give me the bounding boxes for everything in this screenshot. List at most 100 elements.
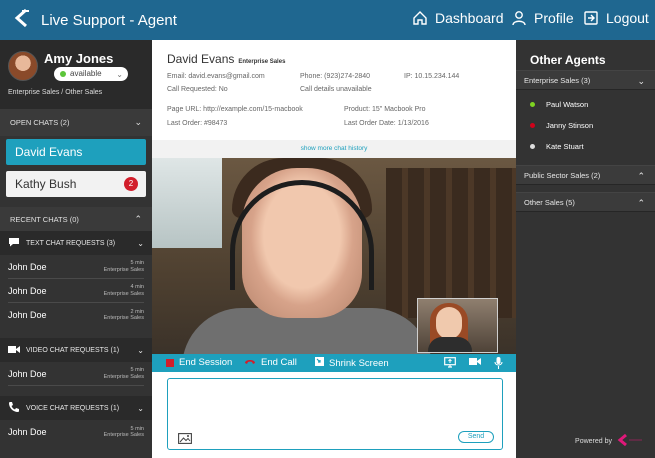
chevron-up-icon: ⌃ [637,171,645,181]
chat-panel: David Evans Enterprise Sales Email: david… [152,40,516,458]
open-chat-name: David Evans [15,145,83,159]
nav-profile[interactable]: Profile [511,10,574,26]
customer-team: Enterprise Sales [238,59,286,65]
page-url: Page URL: http://example.com/15-macbook [167,106,303,113]
agent-group-other[interactable]: Other Sales (5) ⌃ [516,192,655,212]
agent-group-label: Other Sales (5) [524,198,575,207]
end-session-button[interactable]: End Session [166,357,232,368]
chevron-up-icon: ⌃ [134,213,142,224]
chevron-down-icon: ⌄ [137,403,144,413]
request-time: 4 min [130,284,144,290]
requester-name: John Doe [8,261,47,272]
video-requests-title: VIDEO CHAT REQUESTS (1) [26,346,120,354]
agent-item[interactable]: Kate Stuart [530,142,584,151]
text-requests-header[interactable]: TEXT CHAT REQUESTS (3) ⌄ [0,231,152,255]
request-meta: 5 min Enterprise Sales [104,367,144,380]
request-team: Enterprise Sales [103,290,144,297]
unread-badge: 2 [124,177,138,191]
nav-logout-label: Logout [606,10,649,26]
message-input[interactable] [174,383,496,425]
list-item[interactable]: John Doe 4 min Enterprise Sales [8,279,144,303]
vendor-logo-icon [617,433,643,448]
status-dot-icon [530,102,535,107]
requester-name: John Doe [8,427,47,437]
top-bar: Live Support - Agent Dashboard Profile L… [0,0,655,40]
send-button[interactable]: Send [458,431,494,443]
message-composer: Send [167,378,503,450]
agent-item[interactable]: Paul Watson [530,100,588,109]
right-sidebar: Other Agents Enterprise Sales (3) ⌄ Paul… [516,40,655,458]
request-time: 5 min [130,367,144,373]
other-agents-title: Other Agents [530,53,606,67]
video-camera-icon [8,345,20,356]
image-attach-icon[interactable] [178,431,192,449]
agent-group-label: Public Sector Sales (2) [524,171,601,180]
left-sidebar: Amy Jones available ⌄ Enterprise Sales /… [0,40,152,458]
agent-group-public-sector[interactable]: Public Sector Sales (2) ⌃ [516,165,655,185]
open-chat-item[interactable]: Kathy Bush 2 [6,171,146,197]
open-chat-item[interactable]: David Evans [6,139,146,165]
logout-icon [583,10,599,26]
microphone-icon[interactable] [494,357,503,372]
end-call-label: End Call [261,357,297,368]
video-background-cabinet [386,168,516,318]
powered-by: Powered by [575,433,643,448]
request-meta: 5 min Enterprise Sales [104,426,144,439]
open-chat-name: Kathy Bush [15,177,77,191]
show-history-link[interactable]: show more chat history [152,140,516,158]
avatar[interactable] [8,51,38,81]
video-camera-icon[interactable] [469,357,481,369]
self-view-face [436,307,462,339]
shrink-icon [315,357,324,369]
list-item[interactable]: John Doe 5 min Enterprise Sales [8,362,144,386]
chevron-down-icon: ⌄ [116,70,123,79]
brand[interactable]: Live Support - Agent [12,8,177,33]
screen-share-icon[interactable] [444,357,456,371]
home-icon [412,10,428,26]
hangup-icon [244,357,256,368]
video-background-window [152,158,222,248]
requester-name: John Doe [8,368,47,379]
request-team: Enterprise Sales [103,266,144,273]
request-meta: 4 min Enterprise Sales [104,284,144,297]
status-dot-icon [530,123,535,128]
user-icon [511,10,527,26]
shrink-screen-button[interactable]: Shrink Screen [315,357,389,369]
recent-chats-header[interactable]: RECENT CHATS (0) ⌃ [0,207,152,231]
agent-name: Amy Jones [44,51,114,66]
list-item[interactable]: John Doe 5 min Enterprise Sales [8,255,144,279]
customer-name: David Evans [167,52,235,66]
app-title: Live Support - Agent [41,12,177,29]
customer-name-line: David Evans Enterprise Sales [167,52,285,66]
request-meta: 5 min Enterprise Sales [104,260,144,273]
status-dot-icon [60,71,66,77]
list-item[interactable]: John Doe 5 min Enterprise Sales [8,420,144,444]
nav-logout[interactable]: Logout [583,10,649,26]
agent-team: Enterprise Sales / Other Sales [8,89,103,96]
agent-item-name: Paul Watson [546,100,589,109]
nav-dashboard[interactable]: Dashboard [412,10,504,26]
agent-group-enterprise[interactable]: Enterprise Sales (3) ⌄ [516,70,655,90]
product: Product: 15" Macbook Pro [344,106,426,113]
open-chats-title: OPEN CHATS (2) [10,118,70,127]
voice-requests-header[interactable]: VOICE CHAT REQUESTS (1) ⌄ [0,396,152,420]
status-select[interactable]: available ⌄ [54,67,128,81]
request-team: Enterprise Sales [103,315,144,321]
end-call-button[interactable]: End Call [244,357,297,368]
app-logo-icon [12,8,32,33]
shrink-screen-label: Shrink Screen [329,357,389,369]
request-team: Enterprise Sales [103,432,144,438]
self-view-body [428,337,472,352]
chevron-down-icon: ⌄ [134,117,142,127]
text-requests-list: John Doe 5 min Enterprise Sales John Doe … [0,255,152,327]
video-requests-header[interactable]: VIDEO CHAT REQUESTS (1) ⌄ [0,338,152,362]
open-chats-header[interactable]: OPEN CHATS (2) ⌄ [0,109,152,136]
call-details: Call details unavailable [300,86,372,93]
self-view-video[interactable] [417,298,498,353]
agent-item[interactable]: Janny Stinson [530,121,593,130]
voice-requests-title: VOICE CHAT REQUESTS (1) [26,404,120,412]
list-item[interactable]: John Doe 2 min Enterprise Sales [8,303,144,327]
chevron-down-icon: ⌄ [137,345,144,355]
video-feed[interactable] [152,158,516,354]
chevron-down-icon: ⌄ [637,76,645,86]
